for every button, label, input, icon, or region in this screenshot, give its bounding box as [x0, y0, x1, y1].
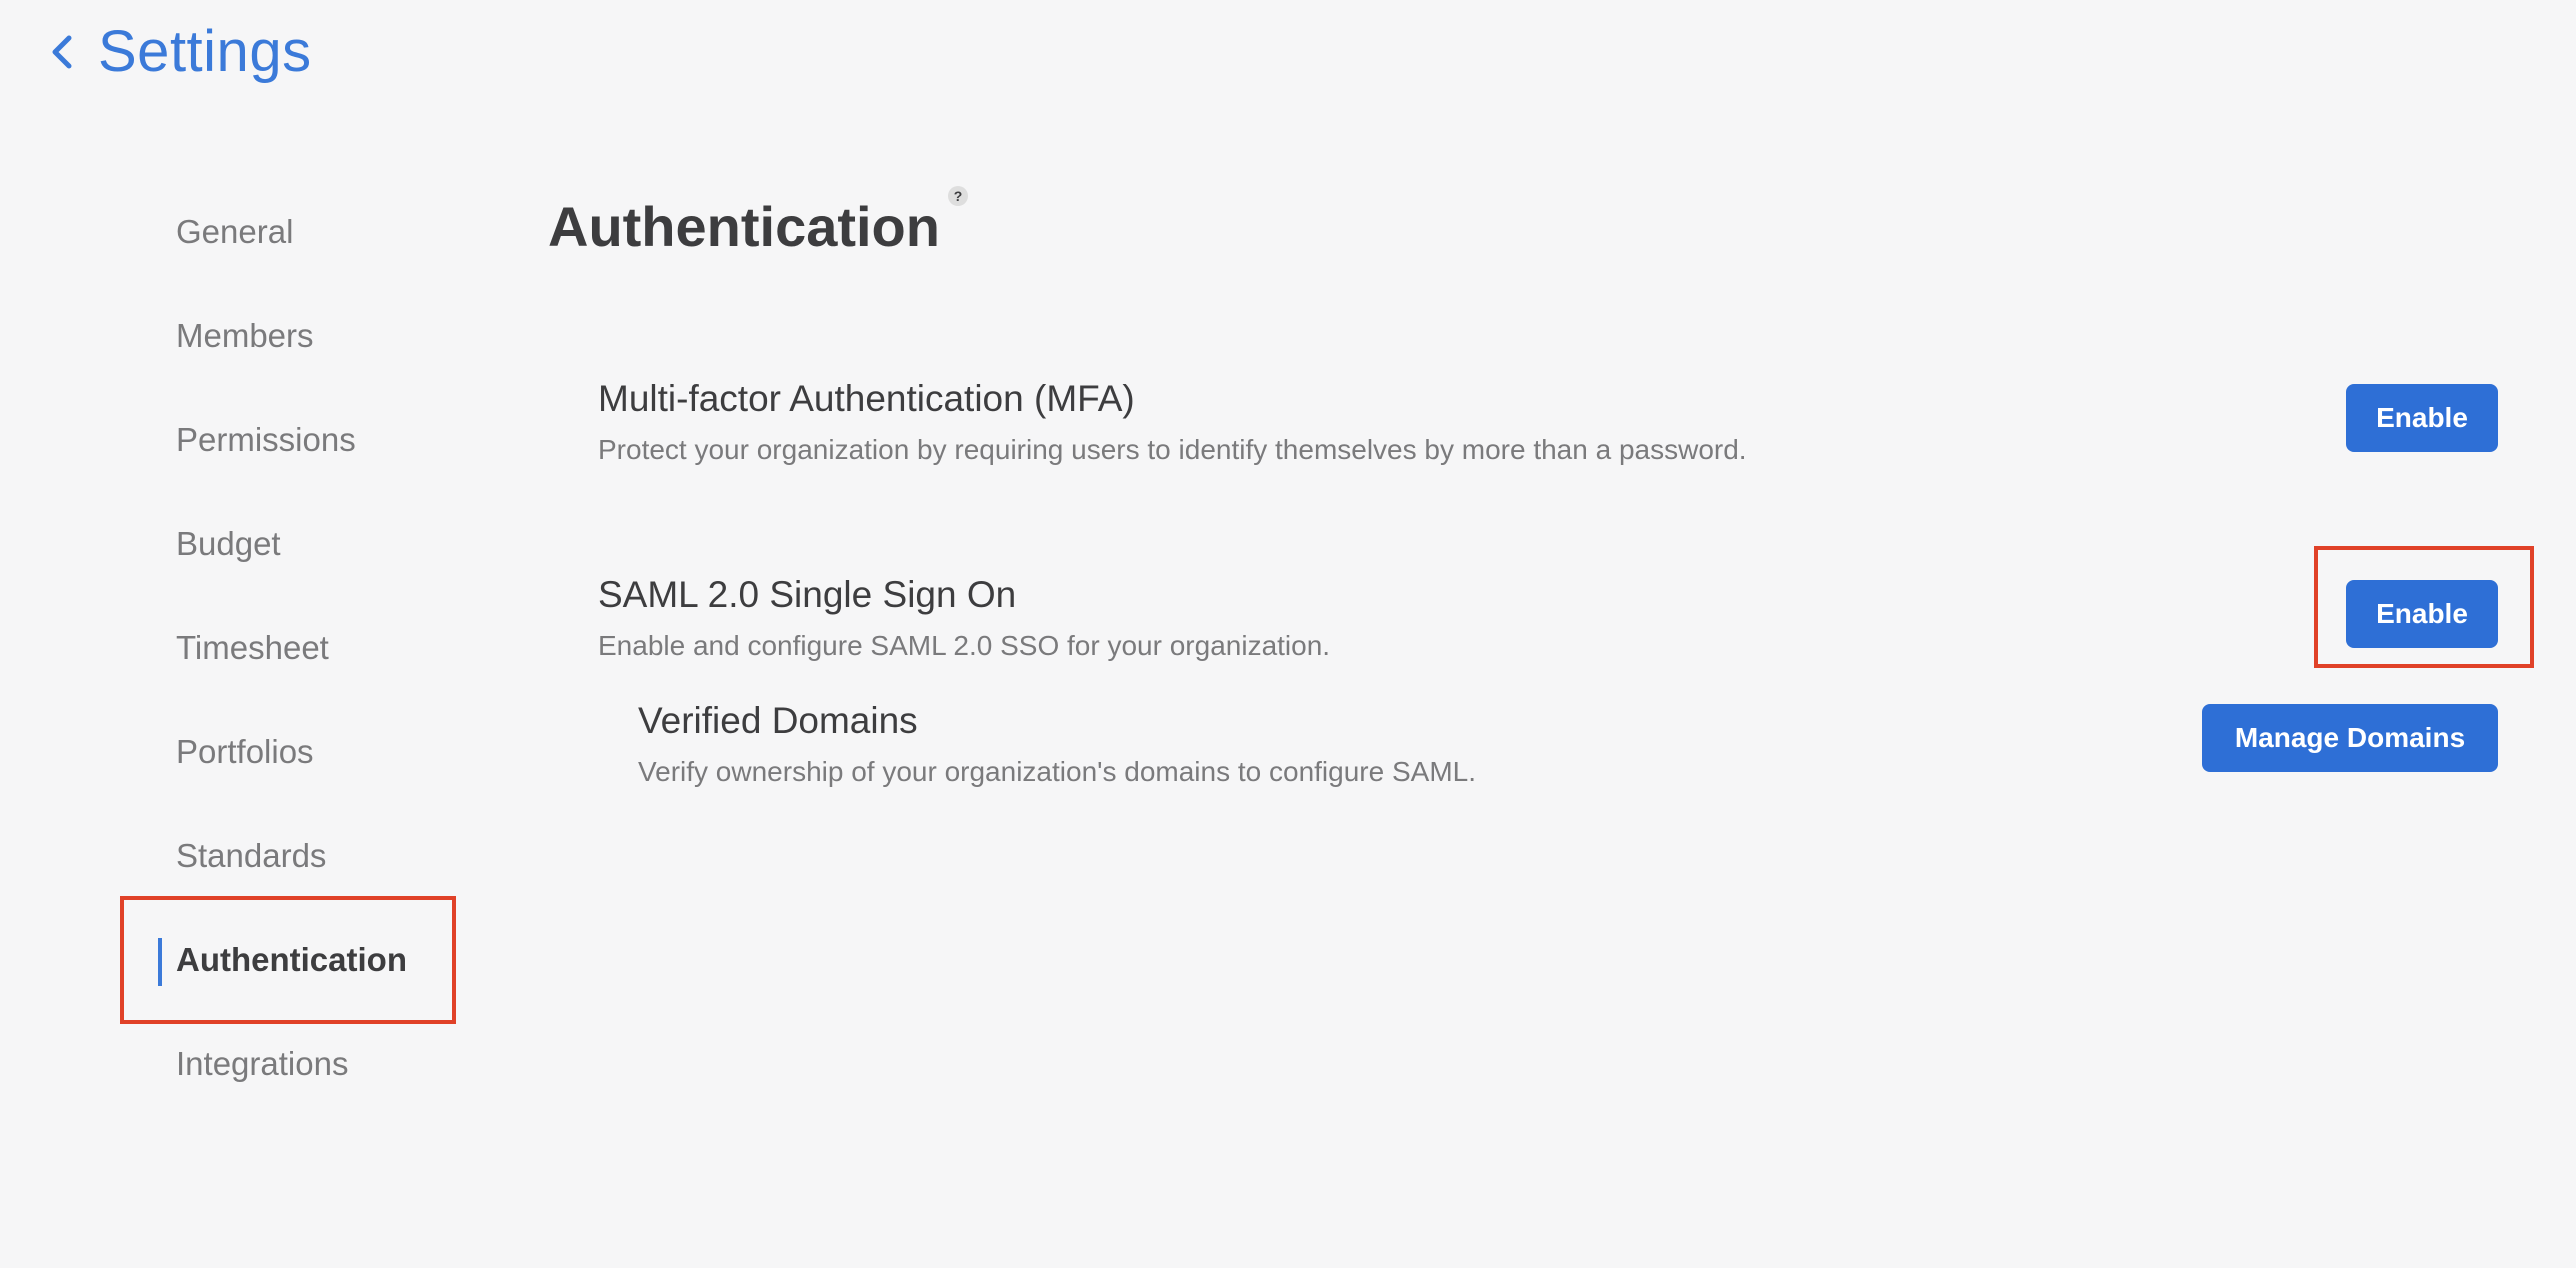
- sidebar-item-integrations[interactable]: Integrations: [120, 1012, 460, 1116]
- active-indicator: [158, 938, 162, 986]
- sidebar-item-label: General: [176, 213, 294, 250]
- sidebar-item-members[interactable]: Members: [120, 284, 460, 388]
- sidebar-item-portfolios[interactable]: Portfolios: [120, 700, 460, 804]
- saml-description: Enable and configure SAML 2.0 SSO for yo…: [598, 630, 1331, 661]
- mfa-enable-button[interactable]: Enable: [2346, 384, 2498, 452]
- sidebar-item-label: Authentication: [176, 941, 407, 978]
- sidebar-item-standards[interactable]: Standards: [120, 804, 460, 908]
- page-title: Authentication: [548, 195, 940, 258]
- sidebar-item-label: Timesheet: [176, 629, 329, 666]
- sidebar-item-label: Members: [176, 317, 314, 354]
- sidebar-item-general[interactable]: General: [120, 180, 460, 284]
- sidebar-item-label: Standards: [176, 837, 327, 874]
- saml-section: SAML 2.0 Single Sign On Enable and confi…: [598, 546, 2534, 668]
- mfa-description: Protect your organization by requiring u…: [598, 434, 1747, 465]
- sidebar-item-label: Budget: [176, 525, 281, 562]
- settings-title: Settings: [98, 19, 312, 84]
- saml-enable-button[interactable]: Enable: [2346, 580, 2498, 648]
- manage-domains-button[interactable]: Manage Domains: [2202, 704, 2498, 772]
- sidebar-item-label: Integrations: [176, 1045, 349, 1082]
- sidebar-item-label: Permissions: [176, 421, 356, 458]
- chevron-left-icon[interactable]: [46, 32, 78, 72]
- sidebar-item-authentication[interactable]: Authentication: [120, 896, 456, 1024]
- main-content: Authentication ? Multi-factor Authentica…: [548, 180, 2534, 787]
- settings-sidebar: General Members Permissions Budget Times…: [120, 180, 460, 1116]
- mfa-title: Multi-factor Authentication (MFA): [598, 378, 1135, 419]
- verified-domains-section: Verified Domains Verify ownership of you…: [638, 700, 2498, 788]
- settings-header: Settings: [46, 18, 312, 85]
- sidebar-item-timesheet[interactable]: Timesheet: [120, 596, 460, 700]
- page-title-row: Authentication ?: [548, 180, 2488, 259]
- sidebar-item-label: Portfolios: [176, 733, 314, 770]
- sidebar-item-budget[interactable]: Budget: [120, 492, 460, 596]
- sidebar-item-permissions[interactable]: Permissions: [120, 388, 460, 492]
- help-icon[interactable]: ?: [947, 186, 968, 206]
- saml-title: SAML 2.0 Single Sign On: [598, 574, 1017, 615]
- mfa-section: Multi-factor Authentication (MFA) Protec…: [598, 378, 2498, 466]
